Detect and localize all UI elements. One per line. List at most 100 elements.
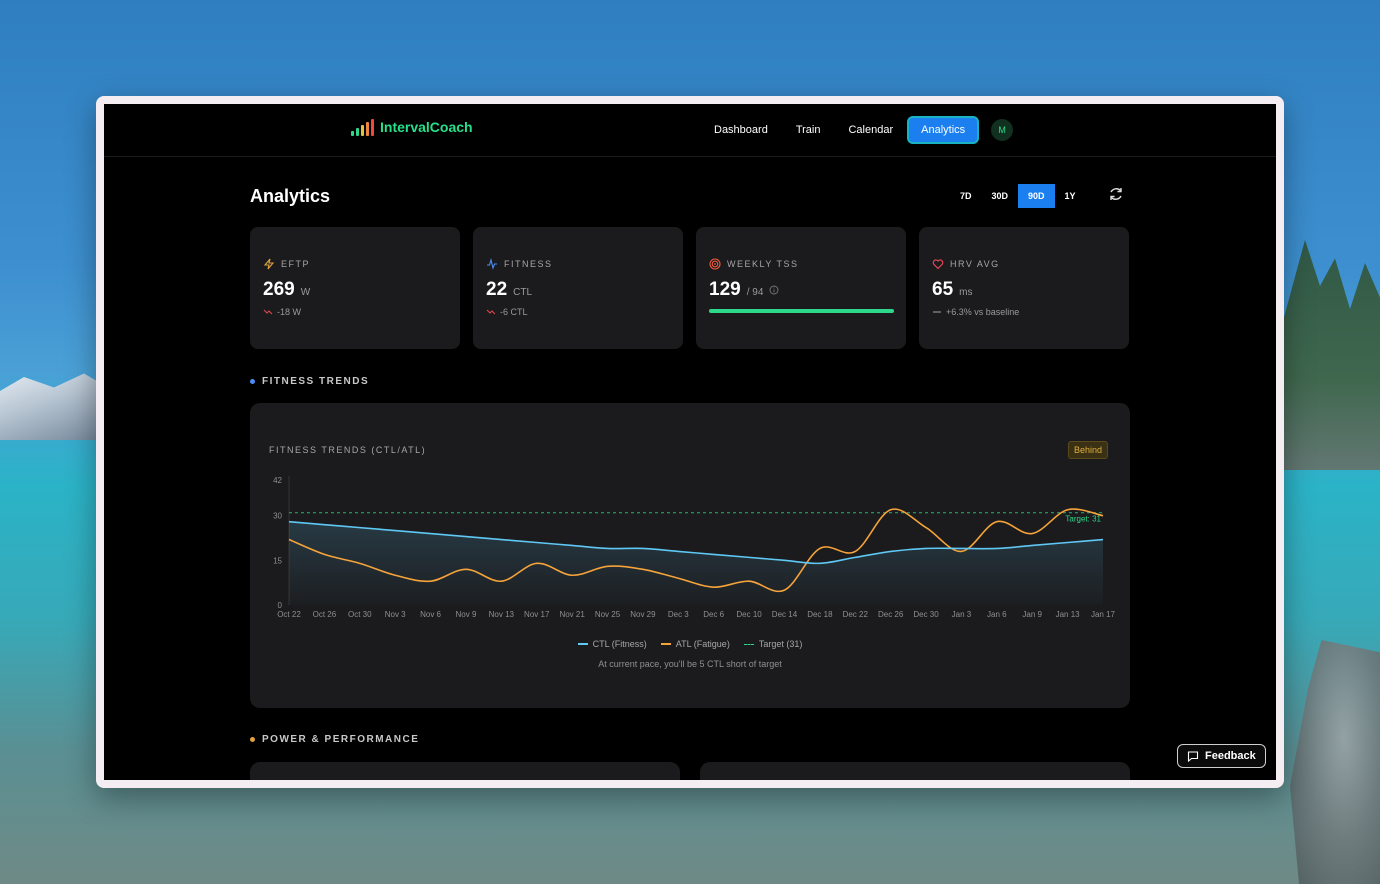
x-tick-label: Dec 22 <box>843 610 869 619</box>
stat-value: 269 <box>263 279 295 300</box>
stat-unit: CTL <box>513 287 533 298</box>
stat-card-eftp: EFTP 269 W -18 W <box>250 227 460 349</box>
x-tick-label: Nov 6 <box>420 610 441 619</box>
range-90d[interactable]: 90D <box>1018 184 1055 208</box>
fitness-chart-card: FITNESS TRENDS (CTL/ATL) Behind 0 15 30 42 O… <box>250 403 1130 708</box>
x-tick-label: Nov 21 <box>559 610 585 619</box>
stat-label: FITNESS <box>504 259 553 269</box>
legend-item[interactable]: CTL (Fitness) <box>577 639 647 649</box>
section-fitness-trends: FITNESS TRENDS <box>250 376 369 387</box>
refresh-icon[interactable] <box>1108 186 1124 202</box>
tss-progress-fill <box>709 309 894 313</box>
feedback-label: Feedback <box>1205 750 1256 762</box>
legend-swatch <box>743 643 754 645</box>
x-tick-label: Dec 18 <box>807 610 833 619</box>
fitness-chart[interactable]: 0 15 30 42 Oct 22 Oct 26 Oct 30 Nov 3 Nov 6 Nov 9… <box>250 403 1130 633</box>
nav-calendar[interactable]: Calendar <box>834 116 907 144</box>
legend-swatch <box>660 643 671 645</box>
x-tick-label: Dec 14 <box>772 610 798 619</box>
heart-icon <box>932 259 944 270</box>
legend-item[interactable]: ATL (Fatigue) <box>660 639 730 649</box>
section-dot <box>250 737 255 742</box>
brand[interactable]: IntervalCoach <box>351 118 473 136</box>
feedback-button[interactable]: Feedback <box>1177 744 1266 768</box>
range-30d[interactable]: 30D <box>982 184 1019 208</box>
range-7d[interactable]: 7D <box>950 184 982 208</box>
legend-label: CTL (Fitness) <box>592 639 647 649</box>
x-tick-label: Dec 6 <box>703 610 724 619</box>
message-icon <box>1187 751 1199 762</box>
x-tick-label: Nov 3 <box>385 610 406 619</box>
stat-unit: / 94 <box>746 287 764 298</box>
target-annotation: Target: 31 <box>1065 515 1101 524</box>
x-tick-label: Jan 6 <box>987 610 1007 619</box>
power-card-right <box>700 762 1130 780</box>
trend-down-icon <box>263 309 273 315</box>
legend-swatch <box>577 643 588 645</box>
x-tick-label: Nov 17 <box>524 610 550 619</box>
x-tick-label: Dec 30 <box>913 610 939 619</box>
target-icon <box>709 258 721 270</box>
stat-delta: -18 W <box>277 307 302 317</box>
x-tick-label: Dec 10 <box>736 610 762 619</box>
y-tick-label: 15 <box>273 556 282 565</box>
legend-label: Target (31) <box>758 639 803 649</box>
stat-card-weekly-tss: WEEKLY TSS 129 / 94 <box>696 227 906 349</box>
chart-legend: CTL (Fitness) ATL (Fatigue) Target (31) <box>250 639 1130 649</box>
nav-train[interactable]: Train <box>782 116 835 144</box>
x-tick-label: Oct 26 <box>313 610 337 619</box>
stat-card-hrv: HRV AVG 65 ms +6.3% vs baseline <box>919 227 1129 349</box>
background-rocks <box>1290 640 1380 884</box>
x-tick-label: Nov 9 <box>456 610 477 619</box>
range-1y[interactable]: 1Y <box>1055 184 1086 208</box>
bar-chart-logo-icon <box>351 118 374 136</box>
x-tick-label: Dec 26 <box>878 610 904 619</box>
stat-value: 22 <box>486 279 508 300</box>
tss-progress-bar <box>709 309 894 313</box>
app-root: IntervalCoach Dashboard Train Calendar A… <box>104 104 1276 780</box>
stat-card-fitness: FITNESS 22 CTL -6 CTL <box>473 227 683 349</box>
stat-label: EFTP <box>281 259 311 269</box>
info-icon[interactable] <box>769 285 779 295</box>
stat-unit: ms <box>959 287 973 298</box>
x-tick-label: Nov 13 <box>489 610 515 619</box>
chart-footnote: At current pace, you'll be 5 CTL short o… <box>598 659 782 669</box>
trend-down-icon <box>486 309 496 315</box>
y-tick-label: 0 <box>278 601 283 610</box>
section-title: FITNESS TRENDS <box>262 376 370 387</box>
x-tick-label: Jan 3 <box>952 610 972 619</box>
section-power-performance: POWER & PERFORMANCE <box>250 734 419 745</box>
stat-value: 129 <box>709 279 741 300</box>
y-tick-label: 30 <box>273 512 282 521</box>
y-tick-label: 42 <box>273 476 282 485</box>
power-card-left <box>250 762 680 780</box>
lightning-icon <box>263 258 275 270</box>
x-tick-label: Jan 9 <box>1022 610 1042 619</box>
background-trees <box>1280 240 1380 470</box>
x-tick-label: Dec 3 <box>668 610 689 619</box>
legend-label: ATL (Fatigue) <box>675 639 730 649</box>
range-selector: 7D 30D 90D 1Y <box>950 184 1086 208</box>
legend-item[interactable]: Target (31) <box>743 639 803 649</box>
x-tick-label: Jan 13 <box>1056 610 1081 619</box>
stat-label: WEEKLY TSS <box>727 259 799 269</box>
brand-name: IntervalCoach <box>380 119 473 135</box>
page-title: Analytics <box>250 186 331 206</box>
section-title: POWER & PERFORMANCE <box>262 734 420 745</box>
x-tick-label: Oct 30 <box>348 610 372 619</box>
pulse-icon <box>487 258 497 270</box>
top-nav: IntervalCoach Dashboard Train Calendar A… <box>104 104 1276 157</box>
nav-analytics[interactable]: Analytics <box>907 116 980 144</box>
stat-label: HRV AVG <box>950 259 1000 269</box>
x-tick-label: Jan 17 <box>1091 610 1116 619</box>
stat-unit: W <box>300 287 311 298</box>
nav-dashboard[interactable]: Dashboard <box>700 116 782 144</box>
section-dot <box>250 379 255 384</box>
nav-links: Dashboard Train Calendar Analytics M <box>700 116 1014 144</box>
app-window: IntervalCoach Dashboard Train Calendar A… <box>96 96 1284 788</box>
stat-delta: +6.3% vs baseline <box>946 307 1020 317</box>
stat-value: 65 <box>932 279 954 300</box>
stat-delta: -6 CTL <box>500 307 528 317</box>
avatar[interactable]: M <box>991 119 1014 141</box>
x-tick-label: Oct 22 <box>277 610 301 619</box>
